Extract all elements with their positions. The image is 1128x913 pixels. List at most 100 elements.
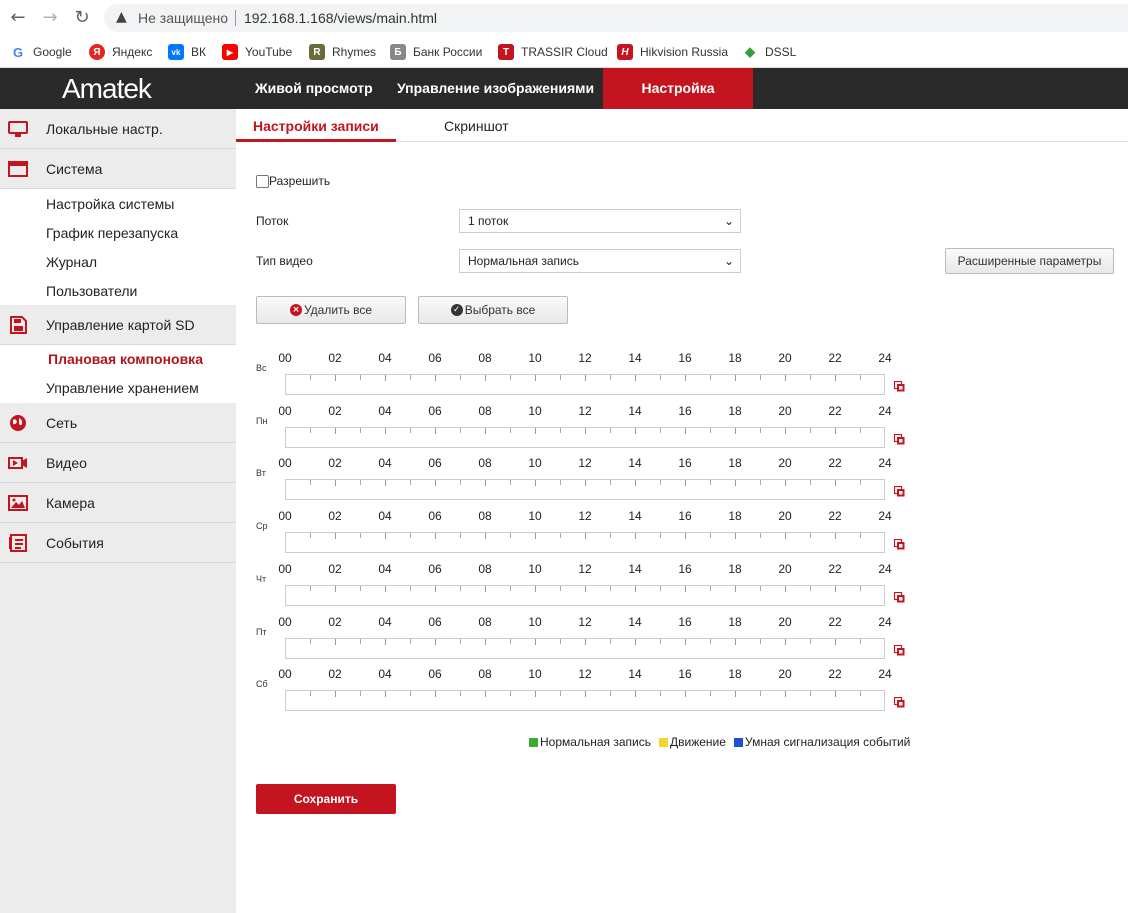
hour-label: 02 xyxy=(328,456,342,471)
reload-icon[interactable]: ↻ xyxy=(72,8,92,28)
delete-all-button[interactable]: × Удалить все xyxy=(256,296,406,324)
dssl-icon: ◆ xyxy=(742,44,758,60)
hour-label: 16 xyxy=(678,403,692,418)
nav-settings[interactable]: Настройка xyxy=(603,68,753,109)
hour-label: 08 xyxy=(478,614,492,629)
hour-tick xyxy=(360,375,361,380)
hour-tick xyxy=(310,533,311,539)
hour-tick xyxy=(510,427,511,433)
hour-tick xyxy=(710,585,711,591)
day-timeline[interactable] xyxy=(285,637,885,659)
bookmark-vk[interactable]: vk ВК xyxy=(168,43,206,61)
day-timeline[interactable] xyxy=(285,374,885,395)
bookmark-label: Hikvision Russia xyxy=(640,45,729,59)
nav-image-management[interactable]: Управление изображениями xyxy=(397,68,594,109)
hour-tick xyxy=(635,427,636,434)
copy-icon[interactable] xyxy=(894,697,905,708)
sidebar-item-network[interactable]: Сеть xyxy=(0,403,236,443)
save-button[interactable]: Сохранить xyxy=(256,784,396,814)
tab-record-settings[interactable]: Настройки записи xyxy=(253,118,379,134)
hour-label: 12 xyxy=(578,456,592,471)
hour-tick xyxy=(360,533,361,539)
hour-label: 12 xyxy=(578,351,592,365)
hour-label: 22 xyxy=(828,667,842,682)
sidebar-item-storage-management[interactable]: Управление хранением xyxy=(46,380,199,396)
hour-label: 22 xyxy=(828,351,842,365)
sidebar-item-local-settings[interactable]: Локальные настр. xyxy=(0,109,236,149)
hour-label: 18 xyxy=(728,561,742,576)
sidebar-item-sd-card[interactable]: Управление картой SD xyxy=(0,305,236,345)
bookmark-dssl[interactable]: ◆ DSSL xyxy=(742,43,796,61)
hour-tick xyxy=(810,480,811,486)
sidebar-item-camera[interactable]: Камера xyxy=(0,483,236,523)
sidebar-item-log[interactable]: Журнал xyxy=(46,254,97,270)
bookmarks-bar: G Google Я Яндекс vk ВК ▶ YouTube R Rhym… xyxy=(0,36,1128,68)
bookmark-youtube[interactable]: ▶ YouTube xyxy=(222,43,292,61)
day-timeline[interactable] xyxy=(285,426,885,448)
copy-icon[interactable] xyxy=(894,486,905,497)
sidebar-item-events[interactable]: События xyxy=(0,523,236,563)
select-all-button[interactable]: ✓ Выбрать все xyxy=(418,296,568,324)
bookmark-rhymes[interactable]: R Rhymes xyxy=(309,43,376,61)
advanced-params-button[interactable]: Расширенные параметры xyxy=(945,248,1114,274)
advanced-params-label: Расширенные параметры xyxy=(957,254,1102,268)
tab-screenshot[interactable]: Скриншот xyxy=(444,118,509,134)
sidebar-item-video[interactable]: Видео xyxy=(0,443,236,483)
bookmark-trassir[interactable]: T TRASSIR Cloud xyxy=(498,43,608,61)
hour-label: 10 xyxy=(528,509,542,524)
hour-label: 12 xyxy=(578,614,592,629)
hour-tick xyxy=(335,427,336,434)
copy-icon[interactable] xyxy=(894,381,905,392)
bookmark-label: Rhymes xyxy=(332,45,377,59)
sidebar-item-system-settings[interactable]: Настройка системы xyxy=(46,196,174,212)
url-text[interactable]: 192.168.1.168/views/main.html xyxy=(244,10,437,26)
hour-label: 00 xyxy=(278,351,292,365)
bookmark-hikvision[interactable]: H Hikvision Russia xyxy=(617,43,728,61)
browser-toolbar: ← → ↻ ▲ Не защищено 192.168.1.168/views/… xyxy=(0,0,1128,36)
hour-label: 14 xyxy=(628,509,642,524)
hour-tick xyxy=(735,375,736,381)
hour-label: 16 xyxy=(678,351,692,365)
bookmark-label: Google xyxy=(33,45,72,59)
enable-checkbox[interactable] xyxy=(256,175,269,188)
sidebar-item-users[interactable]: Пользователи xyxy=(46,283,137,299)
hour-label: 18 xyxy=(728,614,742,629)
day-timeline[interactable] xyxy=(285,584,885,606)
back-arrow-icon[interactable]: ← xyxy=(8,8,28,28)
hour-tick xyxy=(385,427,386,434)
hour-tick xyxy=(760,585,761,591)
hour-tick xyxy=(635,375,636,381)
forward-arrow-icon[interactable]: → xyxy=(40,8,60,28)
day-timeline[interactable] xyxy=(285,532,885,554)
bookmark-google[interactable]: G Google xyxy=(10,43,72,61)
address-bar[interactable]: ▲ Не защищено 192.168.1.168/views/main.h… xyxy=(104,4,1128,32)
hour-tick xyxy=(610,691,611,697)
hour-tick xyxy=(810,427,811,433)
day-timeline[interactable] xyxy=(285,479,885,501)
sidebar-item-schedule[interactable]: Плановая компоновка xyxy=(48,351,203,367)
bookmark-bank-russia[interactable]: Б Банк России xyxy=(390,43,482,61)
legend-motion: Движение xyxy=(659,735,726,749)
logo: Amatek xyxy=(62,73,152,104)
day-timeline[interactable] xyxy=(285,690,885,712)
copy-icon[interactable] xyxy=(894,591,905,603)
legend-smart-event: Умная сигнализация событий xyxy=(734,735,910,749)
system-submenu: Настройка системы График перезапуска Жур… xyxy=(0,189,236,305)
copy-icon[interactable] xyxy=(894,644,905,656)
warning-icon: ▲ xyxy=(116,9,127,25)
copy-icon[interactable] xyxy=(894,539,905,550)
hour-label: 24 xyxy=(878,351,892,365)
rhymes-icon: R xyxy=(309,44,325,60)
stream-select[interactable]: 1 поток ⌄ xyxy=(459,209,741,233)
day-label: Пт xyxy=(256,626,267,637)
hour-tick xyxy=(460,585,461,591)
video-type-select[interactable]: Нормальная запись ⌄ xyxy=(459,249,741,273)
nav-live-view[interactable]: Живой просмотр xyxy=(255,68,373,109)
hour-label: 02 xyxy=(328,614,342,629)
bookmark-yandex[interactable]: Я Яндекс xyxy=(89,43,152,61)
sidebar-item-reboot-schedule[interactable]: График перезапуска xyxy=(46,225,178,241)
hour-label: 04 xyxy=(378,351,392,365)
hour-tick xyxy=(485,533,486,540)
sidebar-item-system[interactable]: Система xyxy=(0,149,236,189)
copy-icon[interactable] xyxy=(894,433,905,445)
